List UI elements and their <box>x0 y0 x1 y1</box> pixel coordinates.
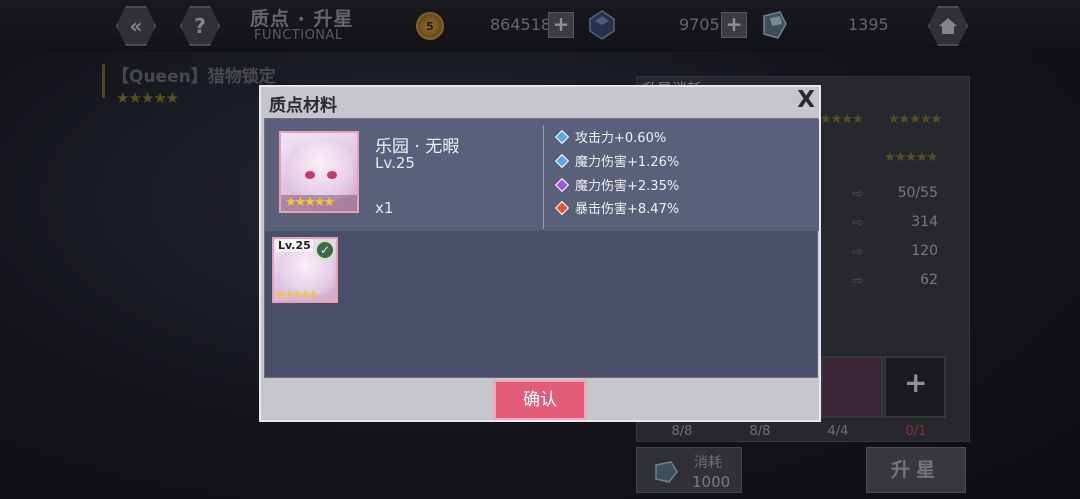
stat-text: 魔力伤害+2.35% <box>575 179 680 194</box>
stat-text: 暴击伤害+8.47% <box>575 202 680 217</box>
stat-text: 魔力伤害+1.26% <box>575 155 680 170</box>
material-dialog: 质点材料 X ★★★★★ 乐园 · 无暇 Lv.25 x1 攻击力+0.60% … <box>259 85 821 422</box>
item-level: Lv.25 <box>276 239 313 252</box>
stat-line: 暴击伤害+8.47% <box>554 198 680 217</box>
character-quantity: x1 <box>375 199 394 217</box>
character-portrait: ★★★★★ <box>279 131 359 213</box>
selected-material-item[interactable]: Lv.25 ✓ ★★★★★ <box>272 237 338 303</box>
dialog-title: 质点材料 <box>269 96 337 116</box>
item-stars: ★★★★★ <box>276 288 317 301</box>
stat-line: 攻击力+0.60% <box>554 127 667 146</box>
stat-line: 魔力伤害+2.35% <box>554 175 680 194</box>
character-info-panel: ★★★★★ 乐园 · 无暇 Lv.25 x1 攻击力+0.60% 魔力伤害+1.… <box>265 119 819 231</box>
stat-line: 魔力伤害+1.26% <box>554 151 680 170</box>
character-level: Lv.25 <box>375 154 415 172</box>
stat-text: 攻击力+0.60% <box>575 131 667 146</box>
diamond-icon <box>554 177 570 192</box>
portrait-stars: ★★★★★ <box>281 195 357 211</box>
divider <box>543 125 544 229</box>
diamond-icon <box>554 153 570 168</box>
diamond-icon <box>554 200 570 215</box>
dialog-body: ★★★★★ 乐园 · 无暇 Lv.25 x1 攻击力+0.60% 魔力伤害+1.… <box>264 118 819 378</box>
checkmark-icon: ✓ <box>315 240 335 260</box>
close-button[interactable]: X <box>797 87 815 113</box>
confirm-button[interactable]: 确认 <box>494 380 586 420</box>
diamond-icon <box>554 129 570 144</box>
